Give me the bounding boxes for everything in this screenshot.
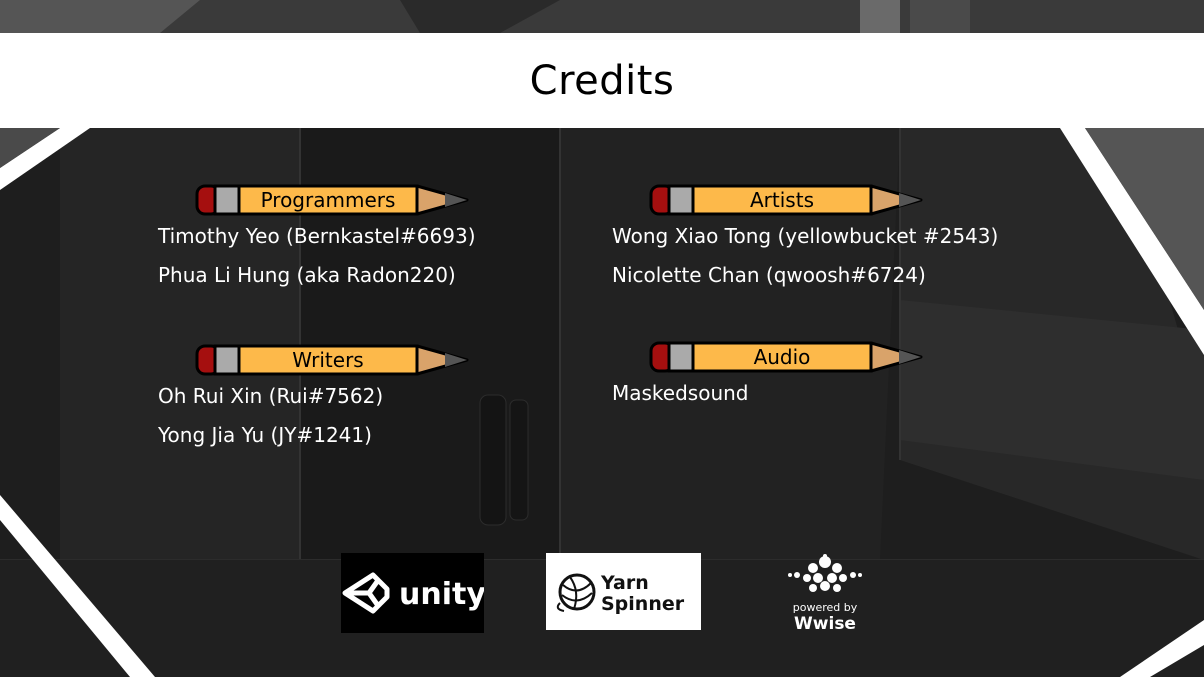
wwise-logo: powered by Wwise xyxy=(780,548,870,634)
credit-name: Timothy Yeo (Bernkastel#6693) xyxy=(158,224,476,248)
credit-name: Wong Xiao Tong (yellowbucket #2543) xyxy=(612,224,999,248)
credit-name: Maskedsound xyxy=(612,381,749,405)
unity-logo: unity xyxy=(341,553,486,633)
names-list: Wong Xiao Tong (yellowbucket #2543) Nico… xyxy=(612,217,998,295)
pencil-banner-writers: Writers xyxy=(195,343,471,377)
section-writers: Writers Oh Rui Xin (Rui#7562) Yong Jia Y… xyxy=(158,343,469,455)
section-title: Writers xyxy=(292,348,364,372)
credit-name: Nicolette Chan (qwoosh#6724) xyxy=(612,263,926,287)
wwise-dots-icon: powered by Wwise xyxy=(788,554,862,634)
section-artists: Artists Wong Xiao Tong (yellowbucket #25… xyxy=(612,183,998,295)
yarn-ball-icon: Yarn Spinner xyxy=(556,572,685,615)
credit-name: Phua Li Hung (aka Radon220) xyxy=(158,263,456,287)
unity-wordmark: unity xyxy=(399,577,484,612)
yarn-spinner-logo: Yarn Spinner xyxy=(546,553,701,630)
pencil-banner-artists: Artists xyxy=(649,183,925,217)
page-title: Credits xyxy=(529,57,675,104)
pencil-banner-audio: Audio xyxy=(649,340,925,374)
wwise-tagline: powered by xyxy=(793,601,858,614)
section-programmers: Programmers Timothy Yeo (Bernkastel#6693… xyxy=(158,183,476,295)
pencil-banner-programmers: Programmers xyxy=(195,183,471,217)
wwise-wordmark: Wwise xyxy=(794,614,856,634)
section-audio: Audio Maskedsound xyxy=(612,340,923,413)
names-list: Oh Rui Xin (Rui#7562) Yong Jia Yu (JY#12… xyxy=(158,377,434,455)
names-list: Timothy Yeo (Bernkastel#6693) Phua Li Hu… xyxy=(158,217,476,295)
credits-header: Credits xyxy=(0,33,1204,128)
spinner-word: Spinner xyxy=(601,593,685,615)
section-title: Programmers xyxy=(260,188,396,212)
names-list: Maskedsound xyxy=(612,374,888,413)
credit-name: Oh Rui Xin (Rui#7562) xyxy=(158,384,384,408)
section-title: Artists xyxy=(750,188,814,212)
section-title: Audio xyxy=(753,345,811,369)
unity-cube-icon: unity xyxy=(342,572,486,614)
yarn-word: Yarn xyxy=(600,572,649,594)
credit-name: Yong Jia Yu (JY#1241) xyxy=(158,423,372,447)
